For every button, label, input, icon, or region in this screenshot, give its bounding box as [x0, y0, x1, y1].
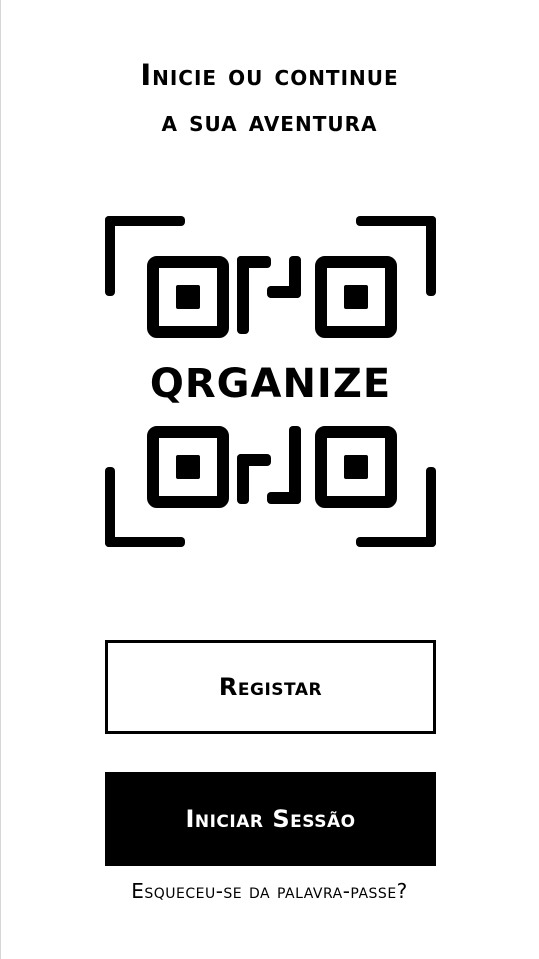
bottom-finder-right: [315, 426, 397, 508]
top-connector: [237, 256, 301, 334]
headline-line-1: Inicie ou continue: [140, 58, 399, 92]
login-button[interactable]: Iniciar Sessão: [105, 772, 436, 866]
bottom-connector: [237, 426, 301, 504]
register-button[interactable]: Registar: [105, 640, 436, 734]
welcome-headline: Inicie ou continue a sua aventura: [0, 52, 539, 144]
logo-wordmark: QRGANIZE: [150, 361, 391, 407]
bottom-finder-left: [147, 426, 229, 508]
qrganize-logo: QRGANIZE: [105, 216, 436, 547]
top-finder-right: [315, 256, 397, 338]
forgot-password-link[interactable]: Esqueceu-se da palavra-passe?: [0, 879, 539, 903]
headline-line-2: a sua aventura: [161, 104, 378, 138]
top-finder-left: [147, 256, 229, 338]
qr-logo-graphic: QRGANIZE: [105, 216, 436, 547]
